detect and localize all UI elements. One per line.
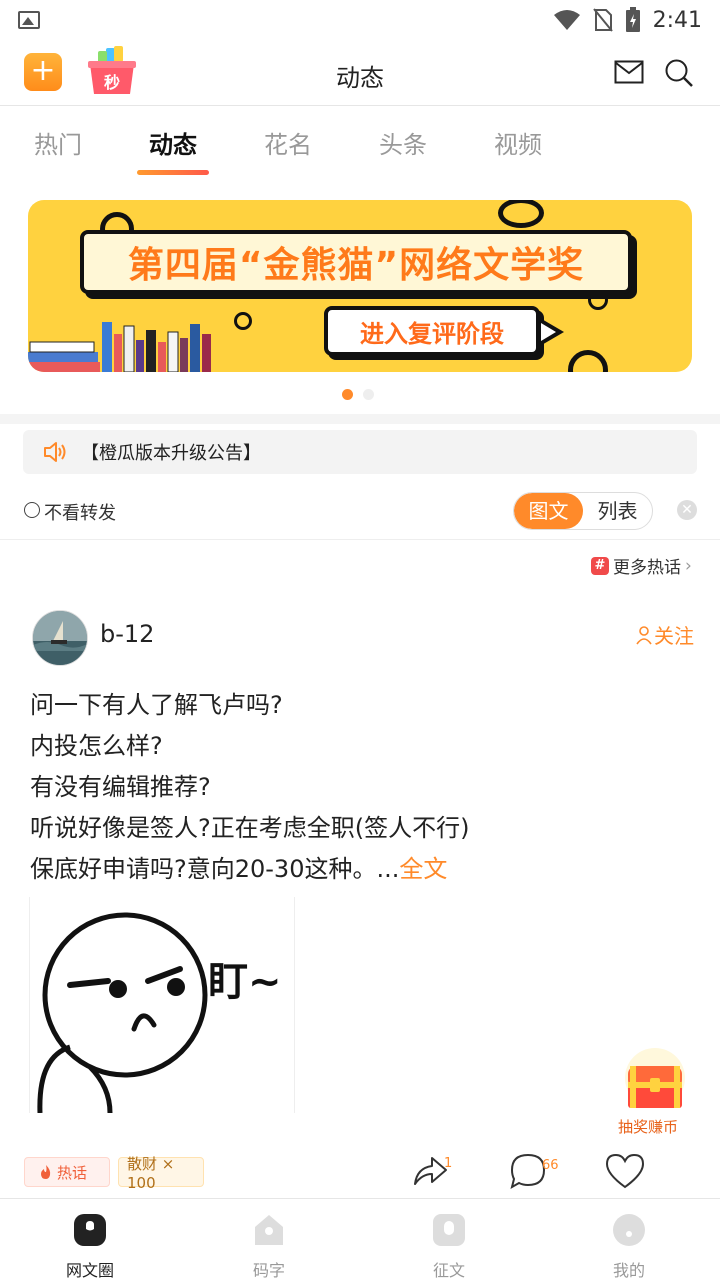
announcement-text: 【橙瓜版本升级公告】 [81,443,261,464]
section-divider [0,414,720,424]
user-icon [636,625,652,644]
image-notification-icon [18,11,40,29]
view-mode-list[interactable]: 列表 [583,493,652,529]
feed-filter-bar: 不看转发 图文 列表 ✕ [0,490,720,540]
profile-icon [613,1214,645,1246]
chevron-right-icon: › [685,555,692,576]
more-hot-topics-label: 更多热话 [613,558,681,578]
app-header: + 秒 动态 [0,40,720,106]
tab-dynamic[interactable]: 动态 [133,125,213,160]
banner-subtitle-box: 进入复评阶段 [324,306,540,356]
close-icon[interactable]: ✕ [677,500,697,520]
post-content[interactable]: 问一下有人了解飞卢吗? 内投怎么样? 有没有编辑推荐? 听说好像是签人?正在考虑… [30,685,690,890]
carousel-dot[interactable] [363,389,374,400]
no-sim-icon [592,8,613,32]
post-text-line: 内投怎么样? [30,732,163,760]
nav-web-circle[interactable]: 网文圈 [50,1213,130,1280]
nav-write[interactable]: 码字 [229,1213,309,1280]
tab-pen-name[interactable]: 花名 [248,125,328,160]
post-text-line: 保底好申请吗?意向20-30这种。... [30,855,400,883]
nav-label: 我的 [612,1261,645,1280]
mail-icon[interactable] [614,60,644,84]
carousel-indicator [342,389,374,400]
search-icon[interactable] [664,58,694,88]
battery-charging-icon [625,7,640,32]
hide-reposts-checkbox[interactable] [24,502,40,518]
books-illustration [28,322,211,372]
nav-label: 码字 [252,1261,285,1280]
like-button[interactable] [605,1152,645,1194]
nav-profile[interactable]: 我的 [589,1213,669,1280]
write-icon [255,1215,283,1245]
hashtag-icon: # [591,556,609,575]
banner-title: 第四届“金熊猫”网络文学奖 [127,245,585,286]
page-title: 动态 [336,64,384,92]
clock: 2:41 [652,7,702,33]
web-circle-icon [74,1214,106,1246]
view-mode-graphic[interactable]: 图文 [514,493,583,529]
share-icon [414,1157,447,1185]
banner-subtitle: 进入复评阶段 [360,319,504,348]
bottom-navigation: 网文圈 码字 征文 我的 [0,1198,720,1280]
contest-icon [433,1214,465,1246]
promo-banner[interactable]: 第四届“金熊猫”网络文学奖 进入复评阶段 [28,200,692,372]
tab-hot[interactable]: 热门 [18,125,98,160]
avatar[interactable] [32,610,88,666]
lottery-label: 抽奖赚币 [618,1118,679,1136]
active-tab-indicator [137,170,209,175]
flame-icon [41,1165,51,1179]
tab-video[interactable]: 视频 [478,125,558,160]
image-caption: 盯~ [208,959,282,1005]
more-hot-topics-link[interactable]: # 更多热话 › [591,553,692,578]
post-image[interactable]: 盯~ [29,897,295,1113]
tab-headlines[interactable]: 头条 [363,125,443,160]
banner-ring [498,200,544,228]
read-more-link[interactable]: 全文 [399,855,447,883]
banner-ring [234,312,252,330]
hide-reposts-label[interactable]: 不看转发 [44,499,116,525]
carousel-dot[interactable] [342,389,353,400]
treasure-chest-icon [625,1048,685,1108]
comment-count: 66 [542,1158,559,1173]
banner-title-box: 第四届“金熊猫”网络文学奖 [80,230,632,294]
reward-coin-tag[interactable]: 散财 × 100 [118,1155,204,1192]
wifi-icon [553,10,580,30]
comment-icon [510,1153,546,1190]
view-mode-toggle: 图文 列表 [513,492,653,530]
post-author-name[interactable]: b-12 [100,620,154,648]
hot-topic-tag[interactable]: 热话 [24,1157,110,1187]
post-text-line: 听说好像是签人?正在考虑全职(签人不行) [30,814,470,842]
banner-ring [568,350,608,372]
hot-topic-label: 热话 [57,1163,88,1182]
nav-contest[interactable]: 征文 [409,1213,489,1280]
follow-button[interactable]: 关注 [636,620,694,649]
comment-button[interactable]: 66 [510,1152,559,1194]
speaker-icon [44,442,66,462]
heart-icon [605,1153,645,1189]
lottery-widget[interactable]: 抽奖赚币 [618,1048,692,1136]
share-count: 1 [444,1156,453,1171]
reward-coin-label: 散财 × 100 [127,1154,175,1192]
category-tabs: 热门 动态 花名 头条 视频 [0,107,720,182]
nav-label: 征文 [432,1261,465,1280]
post-text-line: 问一下有人了解飞卢吗? [30,691,283,719]
announcement-bar[interactable]: 【橙瓜版本升级公告】 [23,430,697,474]
post-text-line: 有没有编辑推荐? [30,773,211,801]
nav-label: 网文圈 [65,1261,114,1280]
status-bar: 2:41 [0,0,720,40]
follow-label: 关注 [654,624,694,648]
share-button[interactable]: 1 [412,1152,452,1190]
